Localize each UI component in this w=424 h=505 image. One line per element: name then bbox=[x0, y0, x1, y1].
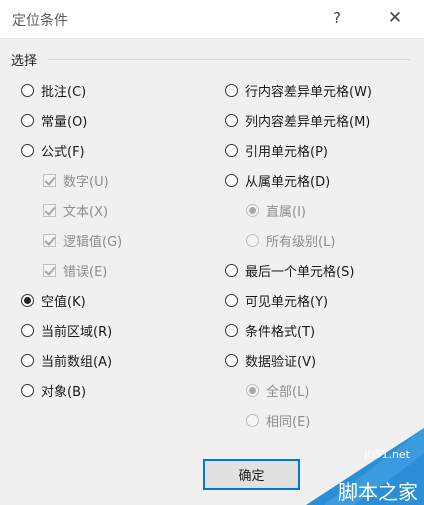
option-label: 公式(F) bbox=[41, 144, 85, 160]
option-precedents[interactable]: 引用单元格(P) bbox=[225, 140, 328, 160]
option-errors: 错误(E) bbox=[43, 260, 107, 280]
option-label: 文本(X) bbox=[63, 204, 109, 220]
option-dependents[interactable]: 从属单元格(D) bbox=[225, 170, 330, 190]
option-label: 对象(B) bbox=[41, 384, 87, 400]
checkbox-icon bbox=[43, 203, 56, 217]
option-label: 列内容差异单元格(M) bbox=[245, 114, 371, 130]
group-label: 选择 bbox=[11, 54, 38, 69]
option-numbers: 数字(U) bbox=[43, 170, 109, 190]
option-label: 最后一个单元格(S) bbox=[245, 264, 355, 280]
option-label: 逻辑值(G) bbox=[63, 234, 123, 250]
help-button[interactable]: ? bbox=[326, 6, 348, 30]
option-label: 数字(U) bbox=[63, 174, 109, 190]
option-text: 文本(X) bbox=[43, 200, 108, 220]
option-conditional-formats[interactable]: 条件格式(T) bbox=[225, 320, 315, 340]
option-label: 从属单元格(D) bbox=[245, 174, 331, 190]
option-objects[interactable]: 对象(B) bbox=[21, 380, 86, 400]
option-current-region[interactable]: 当前区域(R) bbox=[21, 320, 112, 340]
option-comments[interactable]: 批注(C) bbox=[21, 80, 86, 100]
option-blanks[interactable]: 空值(K) bbox=[21, 290, 86, 310]
radio-icon bbox=[246, 233, 259, 247]
option-label: 常量(O) bbox=[41, 114, 88, 130]
option-constants[interactable]: 常量(O) bbox=[21, 110, 87, 130]
option-last-cell[interactable]: 最后一个单元格(S) bbox=[225, 260, 354, 280]
option-column-differences[interactable]: 列内容差异单元格(M) bbox=[225, 110, 370, 130]
radio-icon[interactable] bbox=[21, 83, 34, 97]
option-label: 数据验证(V) bbox=[245, 354, 317, 370]
radio-icon[interactable] bbox=[225, 323, 238, 337]
option-formulas[interactable]: 公式(F) bbox=[21, 140, 85, 160]
radio-icon[interactable] bbox=[225, 353, 238, 367]
close-button[interactable]: ✕ bbox=[383, 6, 407, 30]
option-data-validation[interactable]: 数据验证(V) bbox=[225, 350, 316, 370]
option-label: 可见单元格(Y) bbox=[245, 294, 329, 310]
radio-icon[interactable] bbox=[21, 323, 34, 337]
radio-selected-icon bbox=[246, 383, 259, 397]
option-visible-cells[interactable]: 可见单元格(Y) bbox=[225, 290, 328, 310]
watermark-site: jb51.net bbox=[364, 448, 410, 461]
title-bar: 定位条件 ? ✕ bbox=[0, 0, 424, 39]
radio-icon bbox=[246, 413, 259, 427]
option-label: 批注(C) bbox=[41, 84, 87, 100]
option-label: 行内容差异单元格(W) bbox=[245, 84, 372, 100]
ok-button[interactable]: 确定 bbox=[203, 459, 300, 490]
radio-icon[interactable] bbox=[225, 113, 238, 127]
option-label: 条件格式(T) bbox=[245, 324, 316, 340]
radio-icon[interactable] bbox=[21, 113, 34, 127]
option-label: 直属(I) bbox=[266, 204, 306, 220]
option-label: 错误(E) bbox=[63, 264, 108, 280]
option-label: 当前区域(R) bbox=[41, 324, 113, 340]
option-label: 所有级别(L) bbox=[266, 234, 336, 250]
option-logicals: 逻辑值(G) bbox=[43, 230, 122, 250]
watermark-name: 脚本之家 bbox=[338, 480, 418, 504]
radio-icon[interactable] bbox=[225, 143, 238, 157]
option-row-differences[interactable]: 行内容差异单元格(W) bbox=[225, 80, 372, 100]
radio-selected-icon bbox=[246, 203, 259, 217]
radio-icon[interactable] bbox=[21, 353, 34, 367]
radio-icon[interactable] bbox=[225, 263, 238, 277]
checkbox-icon bbox=[43, 173, 56, 187]
option-validation-same: 相同(E) bbox=[246, 410, 310, 430]
radio-selected-icon[interactable] bbox=[21, 293, 34, 307]
dialog-title: 定位条件 bbox=[12, 13, 68, 29]
option-label: 全部(L) bbox=[266, 384, 310, 400]
option-validation-all: 全部(L) bbox=[246, 380, 309, 400]
option-label: 相同(E) bbox=[266, 414, 311, 430]
option-all-levels: 所有级别(L) bbox=[246, 230, 335, 250]
radio-icon[interactable] bbox=[21, 383, 34, 397]
option-label: 当前数组(A) bbox=[41, 354, 113, 370]
radio-icon[interactable] bbox=[21, 143, 34, 157]
radio-icon[interactable] bbox=[225, 83, 238, 97]
watermark: jb51.net 脚本之家 bbox=[294, 428, 424, 505]
option-direct-only: 直属(I) bbox=[246, 200, 306, 220]
checkbox-icon bbox=[43, 263, 56, 277]
option-label: 引用单元格(P) bbox=[245, 144, 328, 160]
radio-icon[interactable] bbox=[225, 293, 238, 307]
group-divider bbox=[48, 59, 410, 60]
radio-icon[interactable] bbox=[225, 173, 238, 187]
checkbox-icon bbox=[43, 233, 56, 247]
option-current-array[interactable]: 当前数组(A) bbox=[21, 350, 112, 370]
option-label: 空值(K) bbox=[41, 294, 86, 310]
